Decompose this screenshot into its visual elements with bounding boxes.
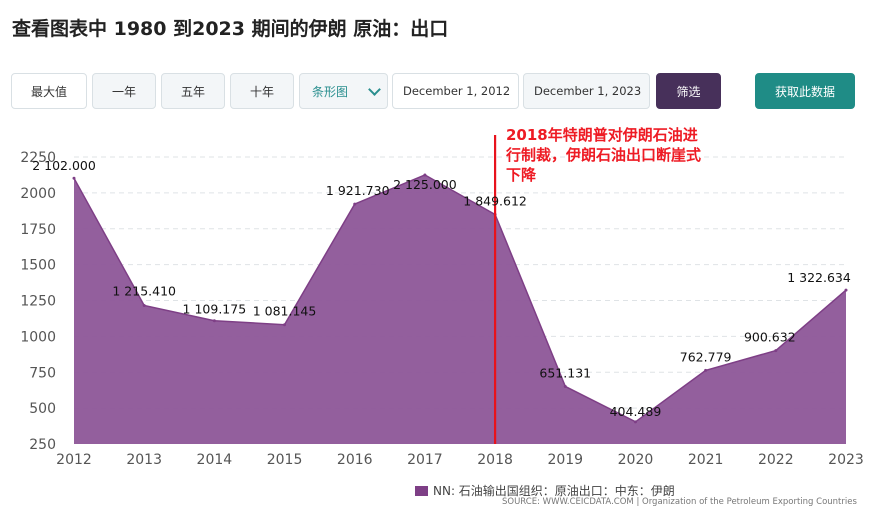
data-label: 1 215.410 [112,283,176,298]
x-tick-label: 2022 [758,452,794,468]
sanction-annotation: 2018年特朗普对伊朗石油进行制裁，伊朗石油出口断崖式下降 [506,126,702,184]
data-label: 2 125.000 [393,177,457,192]
area-chart: 250500750100012501500175020002250 2012 20… [20,135,864,468]
data-label: 1 081.145 [253,304,317,319]
x-tick-label: 2019 [547,452,583,468]
y-axis-ticks: 250500750100012501500175020002250 [20,150,56,453]
y-tick-label: 250 [29,437,56,453]
x-tick-label: 2014 [197,452,233,468]
data-label: 1 109.175 [183,302,247,317]
x-tick-label: 2023 [828,452,864,468]
data-point [844,288,848,292]
data-point [142,303,146,307]
data-label: 404.489 [610,404,662,419]
y-tick-label: 2000 [20,186,56,202]
data-label: 762.779 [680,349,732,364]
legend-swatch [415,485,428,496]
data-point [563,384,567,388]
source-text: SOURCE: WWW.CEICDATA.COM | Organization … [502,497,857,507]
x-tick-label: 2021 [688,452,724,468]
y-tick-label: 1000 [20,329,56,345]
y-tick-label: 500 [29,401,56,417]
x-tick-label: 2016 [337,452,373,468]
data-label: 1 849.612 [463,193,527,208]
data-point [72,176,76,180]
data-point [633,420,637,424]
x-tick-label: 2020 [618,452,654,468]
data-label: 651.131 [539,365,591,380]
data-label: 1 322.634 [787,270,851,285]
y-tick-label: 1500 [20,258,56,274]
x-tick-label: 2013 [126,452,162,468]
x-tick-label: 2012 [56,452,92,468]
data-point [212,319,216,323]
data-point [704,368,708,372]
data-point [283,323,287,327]
x-axis-ticks: 2012 2013 2014 2015 2016 2017 2018 2019 2020 2021… [56,452,864,468]
x-tick-label: 2015 [267,452,303,468]
y-tick-label: 750 [29,365,56,381]
y-tick-label: 1750 [20,222,56,238]
data-label: 1 921.730 [326,183,390,198]
data-point [774,349,778,353]
data-label: 2 102.000 [32,158,96,173]
data-label: 900.632 [744,330,796,345]
x-tick-label: 2018 [477,452,513,468]
data-point [353,202,357,206]
x-tick-label: 2017 [407,452,443,468]
y-tick-label: 1250 [20,294,56,310]
